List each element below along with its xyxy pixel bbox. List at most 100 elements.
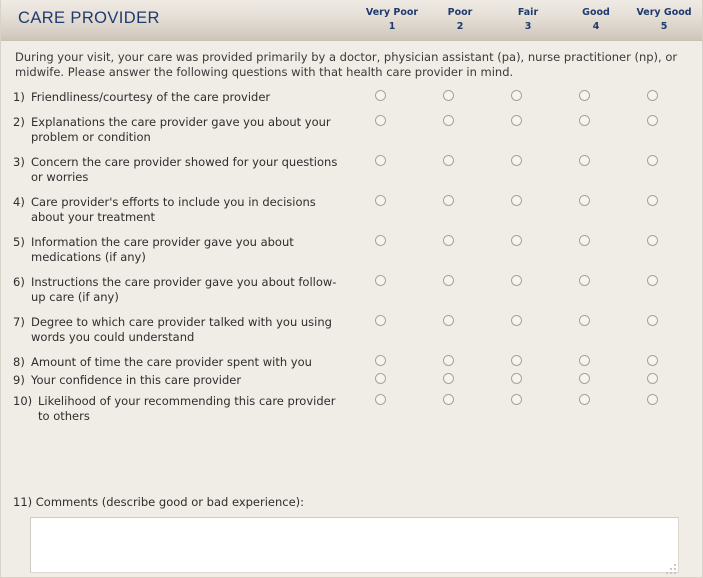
radio-q5-value-4[interactable]	[578, 235, 590, 246]
radio-q3-value-4[interactable]	[578, 155, 590, 166]
rating-cell[interactable]	[482, 394, 550, 405]
radio-q4-value-5[interactable]	[646, 195, 658, 206]
rating-cell[interactable]	[414, 355, 482, 366]
radio-q1-value-2[interactable]	[442, 90, 454, 101]
radio-q6-value-2[interactable]	[442, 275, 454, 286]
radio-q7-value-3[interactable]	[510, 315, 522, 326]
rating-cell[interactable]	[550, 394, 618, 405]
radio-q8-value-4[interactable]	[578, 355, 590, 366]
rating-cell[interactable]	[550, 90, 618, 101]
radio-q1-value-3[interactable]	[510, 90, 522, 101]
radio-q7-value-2[interactable]	[442, 315, 454, 326]
radio-q2-value-2[interactable]	[442, 115, 454, 126]
rating-cell[interactable]	[550, 315, 618, 326]
rating-cell[interactable]	[482, 373, 550, 384]
radio-q6-value-5[interactable]	[646, 275, 658, 286]
rating-cell[interactable]	[618, 155, 686, 166]
rating-cell[interactable]	[414, 315, 482, 326]
rating-cell[interactable]	[482, 115, 550, 126]
rating-cell[interactable]	[482, 155, 550, 166]
rating-cell[interactable]	[346, 155, 414, 166]
radio-q6-value-3[interactable]	[510, 275, 522, 286]
rating-cell[interactable]	[414, 90, 482, 101]
rating-cell[interactable]	[346, 235, 414, 246]
radio-q4-value-2[interactable]	[442, 195, 454, 206]
rating-cell[interactable]	[346, 355, 414, 366]
rating-cell[interactable]	[550, 115, 618, 126]
radio-q8-value-3[interactable]	[510, 355, 522, 366]
radio-q9-value-4[interactable]	[578, 373, 590, 384]
rating-cell[interactable]	[550, 373, 618, 384]
rating-cell[interactable]	[482, 315, 550, 326]
rating-cell[interactable]	[414, 115, 482, 126]
radio-q4-value-1[interactable]	[374, 195, 386, 206]
rating-cell[interactable]	[618, 195, 686, 206]
radio-q10-value-2[interactable]	[442, 394, 454, 405]
radio-q7-value-1[interactable]	[374, 315, 386, 326]
rating-cell[interactable]	[482, 235, 550, 246]
rating-cell[interactable]	[414, 195, 482, 206]
radio-q5-value-3[interactable]	[510, 235, 522, 246]
radio-q9-value-1[interactable]	[374, 373, 386, 384]
radio-q7-value-4[interactable]	[578, 315, 590, 326]
radio-q9-value-5[interactable]	[646, 373, 658, 384]
rating-cell[interactable]	[346, 373, 414, 384]
rating-cell[interactable]	[550, 155, 618, 166]
rating-cell[interactable]	[618, 373, 686, 384]
radio-q10-value-1[interactable]	[374, 394, 386, 405]
radio-q2-value-5[interactable]	[646, 115, 658, 126]
radio-q9-value-2[interactable]	[442, 373, 454, 384]
radio-q4-value-3[interactable]	[510, 195, 522, 206]
radio-q10-value-5[interactable]	[646, 394, 658, 405]
rating-cell[interactable]	[618, 394, 686, 405]
rating-cell[interactable]	[414, 394, 482, 405]
rating-cell[interactable]	[346, 115, 414, 126]
rating-cell[interactable]	[618, 275, 686, 286]
rating-cell[interactable]	[482, 355, 550, 366]
radio-q8-value-2[interactable]	[442, 355, 454, 366]
radio-q2-value-4[interactable]	[578, 115, 590, 126]
radio-q10-value-4[interactable]	[578, 394, 590, 405]
radio-q8-value-1[interactable]	[374, 355, 386, 366]
rating-cell[interactable]	[346, 275, 414, 286]
radio-q1-value-1[interactable]	[374, 90, 386, 101]
rating-cell[interactable]	[550, 195, 618, 206]
rating-cell[interactable]	[414, 155, 482, 166]
rating-cell[interactable]	[550, 275, 618, 286]
radio-q6-value-1[interactable]	[374, 275, 386, 286]
radio-q3-value-2[interactable]	[442, 155, 454, 166]
rating-cell[interactable]	[550, 235, 618, 246]
rating-cell[interactable]	[346, 315, 414, 326]
radio-q2-value-1[interactable]	[374, 115, 386, 126]
radio-q4-value-4[interactable]	[578, 195, 590, 206]
radio-q10-value-3[interactable]	[510, 394, 522, 405]
radio-q7-value-5[interactable]	[646, 315, 658, 326]
rating-cell[interactable]	[618, 355, 686, 366]
radio-q5-value-2[interactable]	[442, 235, 454, 246]
rating-cell[interactable]	[346, 90, 414, 101]
radio-q3-value-1[interactable]	[374, 155, 386, 166]
rating-cell[interactable]	[482, 195, 550, 206]
rating-cell[interactable]	[618, 315, 686, 326]
rating-cell[interactable]	[618, 235, 686, 246]
rating-cell[interactable]	[482, 275, 550, 286]
radio-q8-value-5[interactable]	[646, 355, 658, 366]
radio-q1-value-4[interactable]	[578, 90, 590, 101]
radio-q5-value-1[interactable]	[374, 235, 386, 246]
radio-q1-value-5[interactable]	[646, 90, 658, 101]
comments-textarea[interactable]	[30, 517, 679, 573]
radio-q5-value-5[interactable]	[646, 235, 658, 246]
radio-q2-value-3[interactable]	[510, 115, 522, 126]
rating-cell[interactable]	[482, 90, 550, 101]
radio-q6-value-4[interactable]	[578, 275, 590, 286]
rating-cell[interactable]	[618, 115, 686, 126]
rating-cell[interactable]	[414, 373, 482, 384]
rating-cell[interactable]	[550, 355, 618, 366]
radio-q3-value-5[interactable]	[646, 155, 658, 166]
rating-cell[interactable]	[414, 275, 482, 286]
radio-q3-value-3[interactable]	[510, 155, 522, 166]
rating-cell[interactable]	[414, 235, 482, 246]
radio-q9-value-3[interactable]	[510, 373, 522, 384]
rating-cell[interactable]	[346, 195, 414, 206]
rating-cell[interactable]	[618, 90, 686, 101]
